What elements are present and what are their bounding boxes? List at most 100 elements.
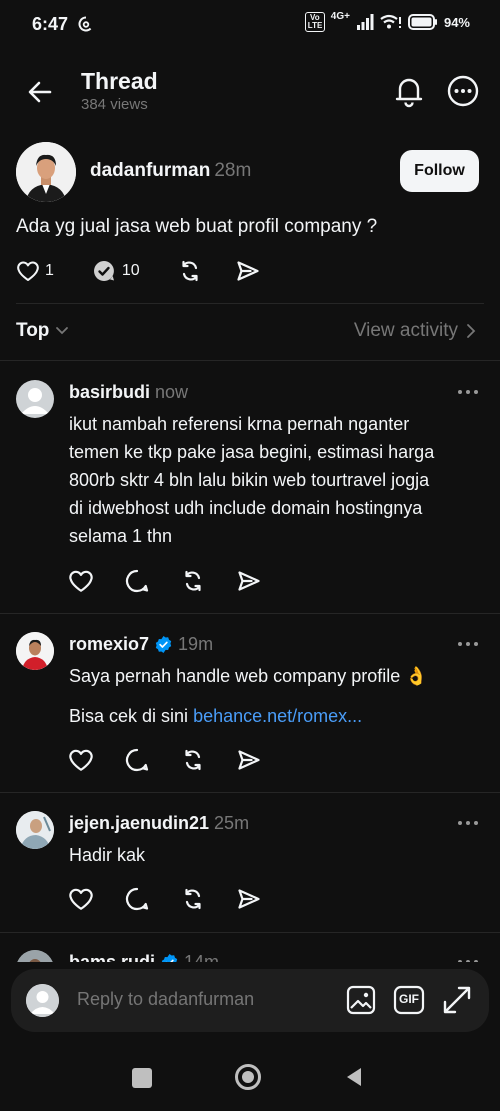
share-button[interactable] bbox=[236, 886, 262, 912]
send-icon bbox=[238, 889, 260, 909]
reply-username[interactable]: romexio7 bbox=[69, 634, 149, 655]
reply-more-button[interactable] bbox=[457, 387, 479, 397]
like-button[interactable] bbox=[68, 886, 94, 912]
author-username[interactable]: dadanfurman bbox=[90, 160, 210, 181]
reply-line: di idwebhost udh include domain hostingn… bbox=[69, 498, 423, 518]
reply-more-button[interactable] bbox=[457, 818, 479, 828]
view-count: 384 views bbox=[81, 96, 148, 113]
author-avatar[interactable] bbox=[16, 142, 76, 202]
comment-button[interactable] bbox=[124, 747, 150, 773]
image-attach-button[interactable] bbox=[345, 984, 377, 1016]
back-triangle-icon bbox=[347, 1068, 361, 1086]
reply-username[interactable]: jejen.jaenudin21 bbox=[69, 813, 209, 834]
more-options-button[interactable] bbox=[444, 72, 482, 110]
reply-count: 10 bbox=[121, 262, 140, 279]
network-label: 4G+ bbox=[330, 10, 350, 22]
back-arrow-icon bbox=[28, 81, 52, 103]
send-icon bbox=[238, 750, 260, 770]
chevron-down-icon bbox=[56, 327, 69, 335]
home-circle-icon bbox=[235, 1064, 261, 1090]
like-count: 1 bbox=[45, 262, 54, 279]
system-back-button[interactable] bbox=[342, 1065, 366, 1089]
reply-time: now bbox=[155, 382, 189, 402]
like-button[interactable] bbox=[68, 747, 94, 773]
recent-apps-button[interactable] bbox=[132, 1068, 152, 1088]
reply-time: 19m bbox=[178, 634, 214, 654]
divider bbox=[0, 932, 500, 933]
status-bar: 6:47 Vo LTE 4G+ 94% bbox=[0, 0, 500, 48]
back-button[interactable] bbox=[22, 74, 58, 110]
reply-actions bbox=[68, 886, 262, 912]
home-button[interactable] bbox=[234, 1063, 262, 1091]
divider bbox=[0, 792, 500, 793]
repost-icon bbox=[185, 570, 201, 592]
divider bbox=[0, 613, 500, 614]
heart-icon bbox=[17, 261, 39, 281]
reply-text-prefix: Bisa cek di sini bbox=[69, 706, 194, 726]
reply-line: 800rb sktr 4 bln lalu bikin web tourtrav… bbox=[69, 470, 430, 490]
verified-badge-icon bbox=[155, 635, 172, 654]
more-dots-icon bbox=[458, 642, 478, 646]
gif-label: GIF bbox=[399, 992, 419, 1006]
status-indicators: Vo LTE 4G+ 94% bbox=[304, 10, 470, 32]
reply-avatar[interactable] bbox=[16, 811, 54, 849]
reply-author[interactable]: basirbudi now bbox=[69, 382, 188, 403]
signal-icon bbox=[356, 14, 374, 30]
threads-notification-icon bbox=[78, 16, 94, 32]
repost-button[interactable] bbox=[180, 747, 206, 773]
gif-button[interactable]: GIF bbox=[393, 984, 425, 1016]
sort-label: Top bbox=[16, 320, 50, 341]
notifications-button[interactable] bbox=[390, 72, 428, 110]
send-icon bbox=[238, 571, 260, 591]
like-button[interactable] bbox=[68, 568, 94, 594]
heart-icon bbox=[69, 749, 93, 771]
divider bbox=[16, 303, 484, 304]
like-button[interactable]: 1 bbox=[16, 259, 54, 283]
reply-actions bbox=[68, 747, 262, 773]
view-activity-label: View activity bbox=[353, 320, 458, 341]
reply-line: ikut nambah referensi krna pernah ngante… bbox=[69, 414, 410, 434]
post-actions: 1 10 bbox=[16, 258, 261, 284]
reply-avatar[interactable] bbox=[16, 632, 54, 670]
reply-text: Hadir kak bbox=[69, 845, 146, 865]
default-avatar-icon bbox=[21, 388, 49, 414]
heart-icon bbox=[69, 570, 93, 592]
avatar-photo bbox=[16, 811, 54, 849]
share-button[interactable] bbox=[236, 568, 262, 594]
chevron-right-icon bbox=[467, 324, 476, 338]
reply-username[interactable]: basirbudi bbox=[69, 382, 150, 403]
reply-author[interactable]: jejen.jaenudin21 25m bbox=[69, 813, 249, 834]
post-author[interactable]: dadanfurman 28m bbox=[90, 160, 251, 182]
comment-icon bbox=[125, 569, 149, 593]
sort-dropdown[interactable]: Top bbox=[16, 320, 69, 342]
avatar-photo bbox=[16, 142, 76, 202]
send-icon bbox=[237, 261, 259, 281]
reply-text: Saya pernah handle web company profile 👌 bbox=[69, 666, 428, 686]
more-dots-icon bbox=[458, 821, 478, 825]
reply-count-button[interactable]: 10 bbox=[92, 259, 140, 283]
view-activity-link[interactable]: View activity bbox=[354, 320, 476, 342]
share-button[interactable] bbox=[236, 747, 262, 773]
reply-link[interactable]: behance.net/romex... bbox=[193, 706, 362, 726]
follow-button[interactable]: Follow bbox=[400, 150, 479, 192]
repost-button[interactable] bbox=[180, 886, 206, 912]
share-button[interactable] bbox=[235, 258, 261, 284]
reply-text-link-line: Bisa cek di sini behance.net/romex... bbox=[69, 702, 479, 730]
composer-avatar bbox=[26, 984, 59, 1017]
reply-text: ikut nambah referensi krna pernah ngante… bbox=[69, 410, 479, 550]
reply-more-button[interactable] bbox=[457, 639, 479, 649]
reply-avatar[interactable] bbox=[16, 380, 54, 418]
reply-author[interactable]: romexio7 19m bbox=[69, 634, 213, 655]
replied-check-icon bbox=[93, 261, 114, 281]
repost-button[interactable] bbox=[177, 258, 203, 284]
comment-button[interactable] bbox=[124, 568, 150, 594]
repost-button[interactable] bbox=[180, 568, 206, 594]
expand-icon bbox=[443, 986, 471, 1014]
repost-icon bbox=[185, 888, 201, 910]
reply-input[interactable] bbox=[75, 988, 339, 1011]
heart-icon bbox=[69, 888, 93, 910]
expand-button[interactable] bbox=[441, 984, 473, 1016]
comment-icon bbox=[125, 887, 149, 911]
comment-button[interactable] bbox=[124, 886, 150, 912]
image-icon bbox=[346, 985, 376, 1015]
